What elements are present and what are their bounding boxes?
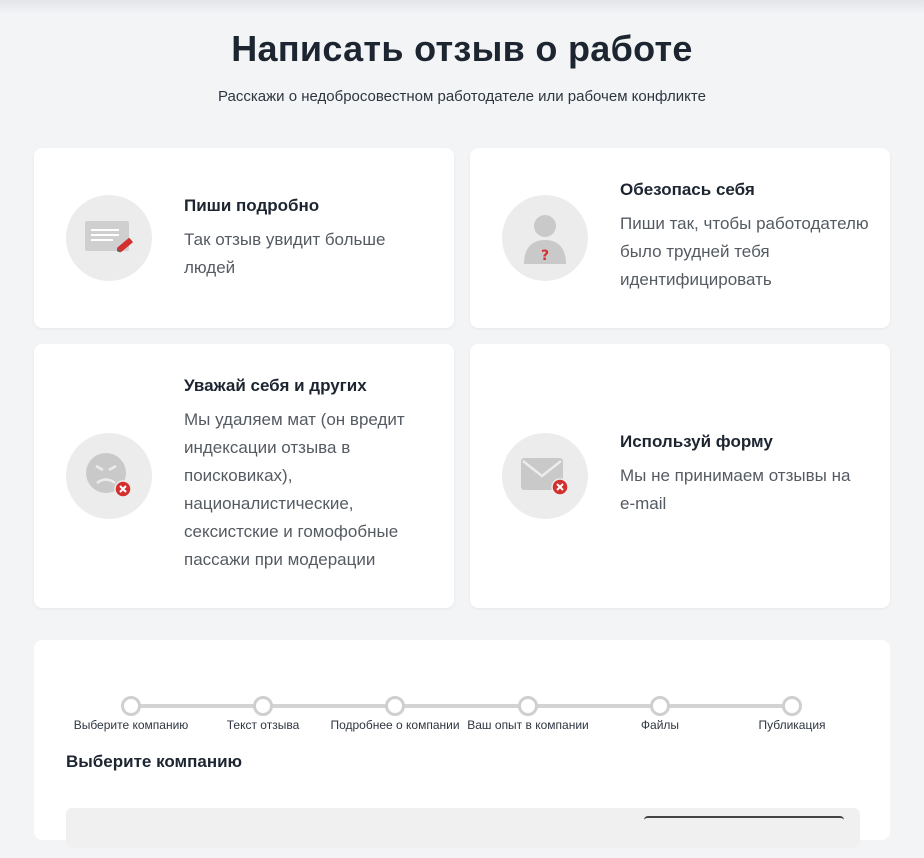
step-label-5[interactable]: Файлы — [590, 718, 730, 732]
anonymous-person-icon: ? — [502, 195, 588, 281]
tip-card-protect: ? Обезопась себя Пиши так, чтобы работод… — [470, 148, 890, 328]
tip-title: Уважай себя и других — [184, 376, 367, 395]
step-dot-3[interactable] — [385, 696, 405, 716]
tip-description: Так отзыв увидит больше людей — [184, 230, 386, 277]
step-dot-1[interactable] — [121, 696, 141, 716]
section-title: Выберите компанию — [66, 752, 243, 771]
tip-title: Используй форму — [620, 432, 773, 451]
step-dot-5[interactable] — [650, 696, 670, 716]
step-label-1[interactable]: Выберите компанию — [61, 718, 201, 732]
steps-progress-line — [130, 704, 792, 708]
company-search-field[interactable] — [66, 808, 860, 848]
search-button[interactable] — [644, 816, 844, 858]
step-label-4[interactable]: Ваш опыт в компании — [458, 718, 598, 732]
top-shadow — [0, 0, 924, 14]
page-title: Написать отзыв о работе — [231, 28, 693, 69]
tip-title: Обезопась себя — [620, 180, 755, 199]
step-label-3[interactable]: Подробнее о компании — [325, 718, 465, 732]
tip-card-respect: Уважай себя и других Мы удаляем мат (он … — [34, 344, 454, 608]
document-pencil-icon — [66, 195, 152, 281]
tip-description: Пиши так, чтобы работодателю было трудне… — [620, 214, 869, 289]
step-dot-6[interactable] — [782, 696, 802, 716]
svg-text:?: ? — [541, 248, 549, 264]
page-subtitle: Расскажи о недобросовестном работодателе… — [218, 88, 706, 105]
step-label-6[interactable]: Публикация — [722, 718, 862, 732]
tip-description: Мы удаляем мат (он вредит индексации отз… — [184, 410, 405, 569]
review-form-card: Выберите компанию Текст отзыва Подробнее… — [34, 640, 890, 848]
envelope-blocked-icon — [502, 433, 588, 519]
step-dot-2[interactable] — [253, 696, 273, 716]
tip-title: Пиши подробно — [184, 196, 320, 215]
step-dot-4[interactable] — [518, 696, 538, 716]
angry-face-icon — [66, 433, 152, 519]
tip-description: Мы не принимаем отзывы на e-mail — [620, 466, 851, 513]
step-label-2[interactable]: Текст отзыва — [193, 718, 333, 732]
tip-card-form: Используй форму Мы не принимаем отзывы н… — [470, 344, 890, 608]
tip-card-detailed: Пиши подробно Так отзыв увидит больше лю… — [34, 148, 454, 328]
